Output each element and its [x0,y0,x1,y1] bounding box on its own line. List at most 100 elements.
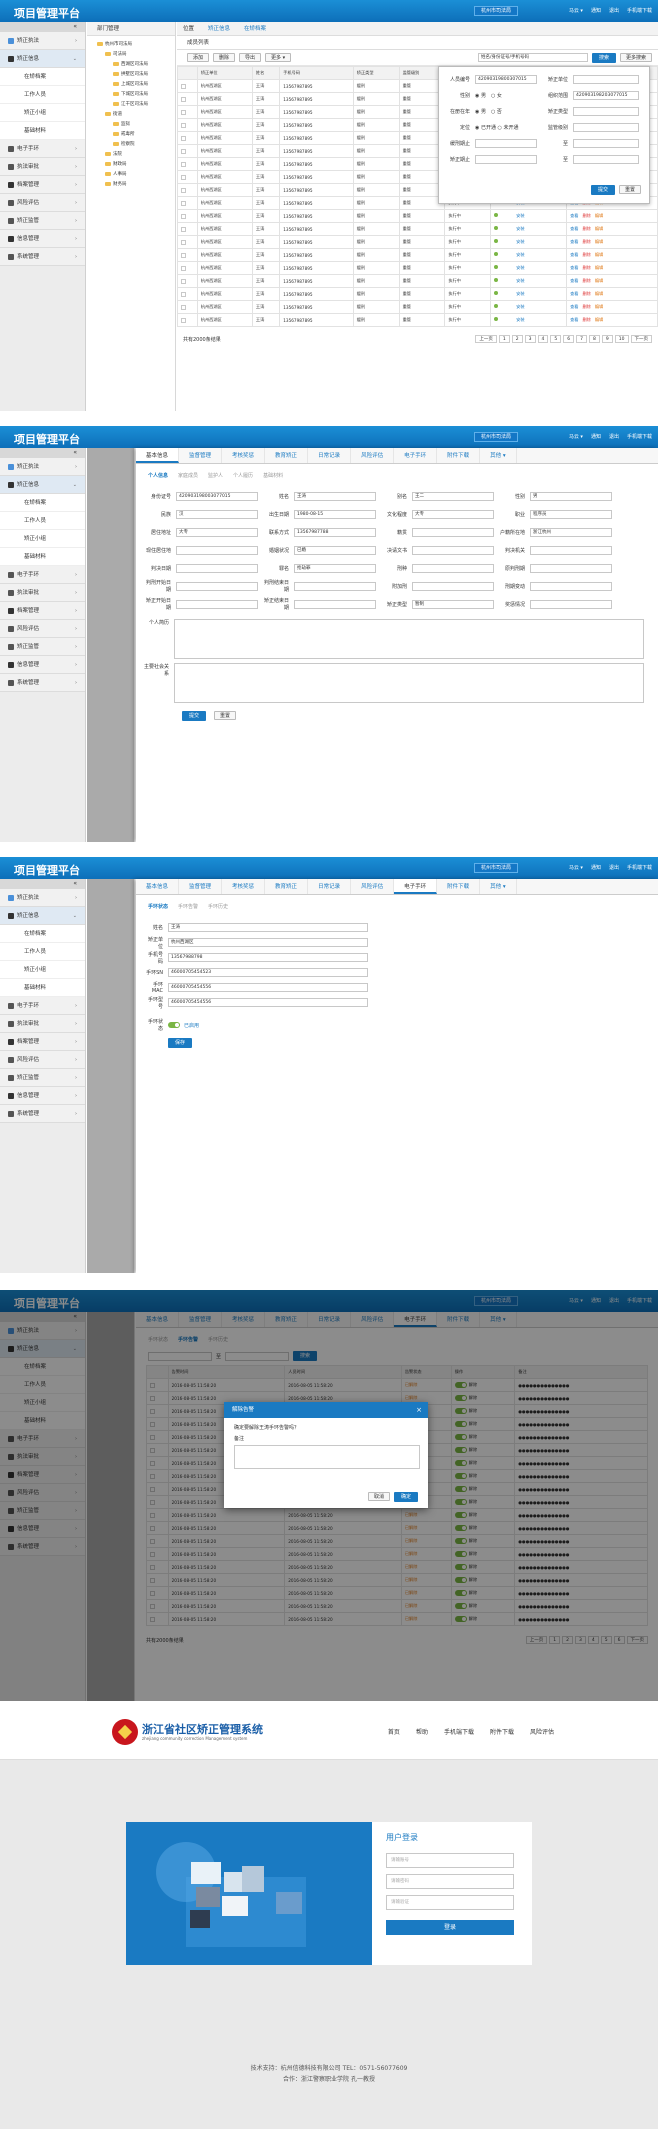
sidebar-item[interactable]: 系统管理 › [0,1105,85,1123]
crumb-archive[interactable]: 在矫档案 [244,22,266,35]
field-input[interactable]: 王涛 [294,491,376,501]
adv-d1-start[interactable] [475,138,537,148]
adv-d1-end[interactable] [573,138,639,148]
page-button[interactable]: 2 [511,335,523,343]
tree-node[interactable]: 下城区司法局 [97,90,175,100]
page-button[interactable]: 7 [576,335,588,343]
view-link[interactable]: 查看 [570,265,578,270]
adv-pos-radios[interactable]: ◉ 已开通 ○ 未开通 [475,124,537,131]
subtab-3[interactable]: 个人履历 [233,472,253,479]
tree-node[interactable]: 拱墅区司法局 [97,70,175,80]
delete-link[interactable]: 删除 [582,304,590,309]
tree-node[interactable]: 杭州市司法局 [97,40,175,50]
tree-node[interactable]: 人事局 [97,170,175,180]
sidebar-subitem[interactable]: 基础材料 [0,548,85,566]
row-checkbox[interactable] [181,213,186,219]
sidebar-item[interactable]: 风险评估 › [0,620,85,638]
field-input[interactable]: 1980-08-15 [294,509,376,519]
modal-ok-button[interactable]: 确定 [393,1492,418,1502]
adv-d2-start[interactable] [475,154,537,164]
field-input[interactable]: 杭州西湖区 [168,938,368,947]
tree-node[interactable]: 江干区司法局 [97,100,175,110]
view-link[interactable]: 查看 [570,239,578,244]
field-input[interactable]: 大专 [412,509,494,519]
sidebar-subitem[interactable]: 矫正小组 [0,961,85,979]
captcha-input[interactable]: 请输验证 [386,1895,514,1910]
subtab-4[interactable]: 基础材料 [263,472,283,479]
field-input[interactable] [530,563,612,573]
page-button[interactable]: 9 [601,335,613,343]
row-checkbox[interactable] [181,239,186,245]
field-input[interactable] [412,581,494,591]
view-link[interactable]: 查看 [570,304,578,309]
delete-button[interactable]: 删除 [213,53,236,62]
row-checkbox[interactable] [181,187,186,193]
edit-link[interactable]: 编辑 [595,239,603,244]
advanced-search-button[interactable]: 更多搜索 [619,53,652,62]
logout-link[interactable]: 退出 [609,864,619,871]
crumb-info[interactable]: 矫正信息 [208,22,230,35]
adv-id-input[interactable]: 42090319800307015 [475,74,537,84]
delete-link[interactable]: 删除 [582,317,590,322]
adv-phone-input[interactable]: 420903198203077015 [573,90,639,100]
username-input[interactable]: 请输账号 [386,1853,514,1868]
sidebar-subitem[interactable]: 基础材料 [0,122,85,140]
notice-link[interactable]: 通知 [591,433,601,440]
delete-link[interactable]: 删除 [582,213,590,218]
sidebar-subitem[interactable]: 基础材料 [0,979,85,997]
field-input[interactable]: 浙江杭州 [530,527,612,537]
tab-4[interactable]: 日常记录 [308,448,352,463]
field-input[interactable] [412,563,494,573]
field-input[interactable]: 46000705454523 [168,968,368,977]
sidebar-item[interactable]: 矫正信息 ⌄ [0,50,85,68]
search-input[interactable]: 姓名/身份证号/手机号码 [477,53,588,62]
location-pin-icon[interactable] [494,226,499,230]
field-input[interactable]: 王二 [412,491,494,501]
family-textarea[interactable] [174,663,644,703]
field-input[interactable]: 已婚 [294,545,376,555]
user-menu[interactable]: 马云 ▾ [569,864,583,871]
page-button[interactable]: 3 [524,335,536,343]
sidebar-item[interactable]: 电子手环 › [0,997,85,1015]
tab-8[interactable]: 其他 ▾ [480,879,517,894]
sidebar-item[interactable]: 矫正监管 › [0,1069,85,1087]
field-input[interactable] [530,581,612,591]
page-button[interactable]: 5 [550,335,562,343]
app-download-link[interactable]: 手机端下载 [627,433,652,440]
delete-link[interactable]: 删除 [582,291,590,296]
user-menu[interactable]: 马云 ▾ [569,433,583,440]
page-button[interactable]: 10 [614,335,629,343]
tab-0[interactable]: 基本信息 [136,448,180,463]
more-button[interactable]: 更多 ▾ [265,53,292,62]
subtab-0[interactable]: 个人信息 [148,472,168,479]
reset-button[interactable]: 重置 [214,711,237,720]
page-button[interactable]: 8 [589,335,600,343]
edit-link[interactable]: 编辑 [595,226,603,231]
field-input[interactable]: 暂制 [412,599,494,609]
sidebar-item[interactable]: 矫正信息 ⌄ [0,476,85,494]
subtab-2[interactable]: 监护人 [208,472,223,479]
field-input[interactable] [530,545,612,555]
location-pin-icon[interactable] [494,304,499,308]
sidebar-collapse-button[interactable]: « [0,22,85,32]
field-input[interactable] [412,527,494,537]
modal-cancel-button[interactable]: 取消 [367,1492,390,1501]
field-input[interactable]: 420903198003077015 [176,491,258,501]
user-menu[interactable]: 马云 ▾ [569,7,583,14]
tab-2[interactable]: 考核奖惩 [222,448,266,463]
tab-0[interactable]: 基本信息 [136,879,180,894]
notice-link[interactable]: 通知 [591,7,601,14]
location-pin-icon[interactable] [494,265,499,269]
subtab-1[interactable]: 家庭成员 [178,472,198,479]
field-input[interactable] [176,545,258,555]
tab-7[interactable]: 附件下载 [437,448,481,463]
sidebar-item[interactable]: 信息管理 › [0,1087,85,1105]
tree-node[interactable]: 法院 [97,150,175,160]
sidebar-item[interactable]: 执法审批 › [0,1015,85,1033]
view-link[interactable]: 查看 [570,252,578,257]
export-button[interactable]: 导出 [239,53,262,62]
resume-textarea[interactable] [174,619,644,659]
tree-node[interactable]: 财政局 [97,160,175,170]
sidebar-item[interactable]: 档案管理 › [0,602,85,620]
delete-link[interactable]: 删除 [582,239,590,244]
